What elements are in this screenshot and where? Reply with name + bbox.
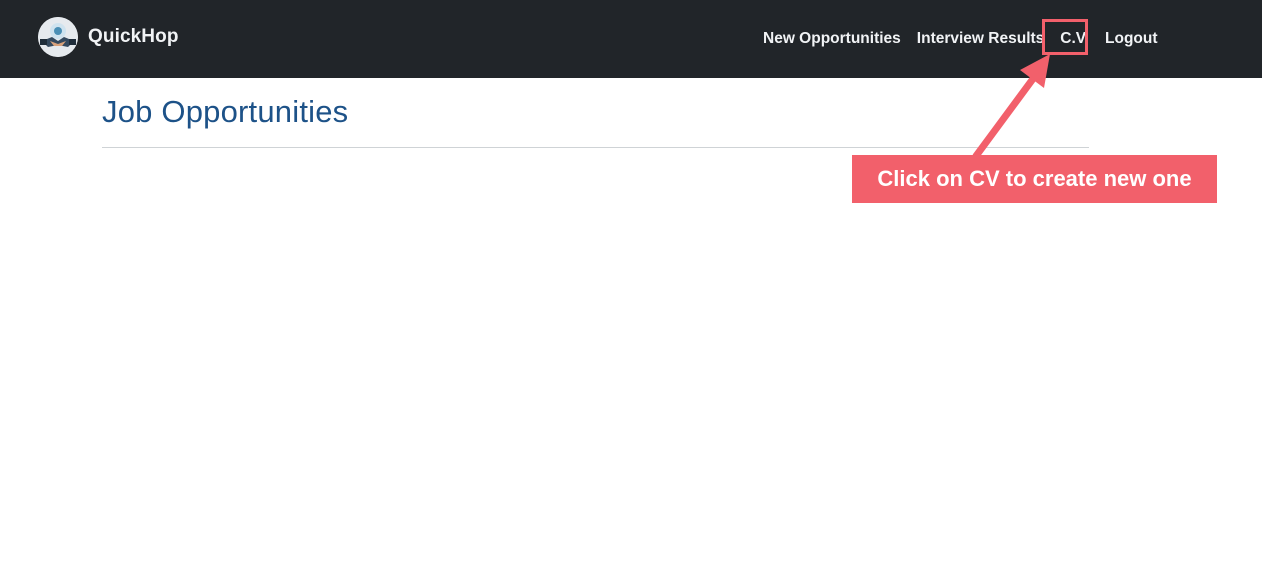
- nav-logout[interactable]: Logout: [1097, 30, 1166, 48]
- nav-new-opportunities[interactable]: New Opportunities: [755, 30, 909, 48]
- title-divider: [102, 147, 1089, 148]
- handshake-logo-icon: [38, 17, 78, 57]
- top-navbar: QuickHop New Opportunities Interview Res…: [0, 0, 1262, 78]
- annotation-callout: Click on CV to create new one: [852, 155, 1217, 203]
- nav-cv[interactable]: C.V.: [1052, 30, 1097, 48]
- page-title: Job Opportunities: [102, 94, 349, 129]
- annotation-text: Click on CV to create new one: [877, 166, 1192, 191]
- arrow-icon: [972, 54, 1050, 160]
- nav-interview-results[interactable]: Interview Results: [909, 30, 1053, 48]
- brand-link[interactable]: QuickHop: [38, 17, 179, 57]
- brand-name: QuickHop: [88, 26, 179, 47]
